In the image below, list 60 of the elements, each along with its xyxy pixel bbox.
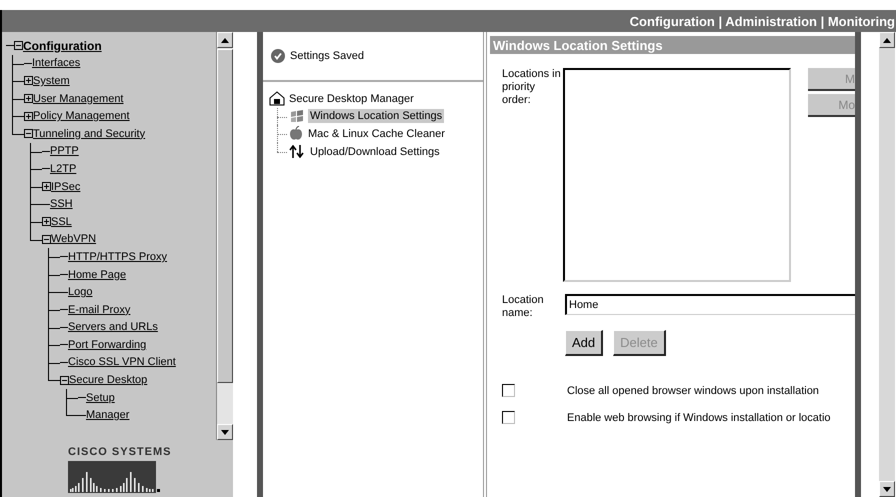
add-button[interactable]: Add: [565, 330, 604, 356]
nav-tree-link[interactable]: Servers and URLs: [68, 321, 158, 334]
logo-text: CISCO SYSTEMS: [68, 446, 172, 458]
collapse-icon[interactable]: [60, 376, 69, 385]
nav-tree-link[interactable]: Policy Management: [33, 110, 130, 122]
nav-tree-link[interactable]: IPSec: [51, 180, 80, 193]
expand-icon[interactable]: [24, 76, 33, 86]
bridge-logo-icon: [68, 461, 160, 493]
field-label: Locations in priority order:: [502, 68, 562, 108]
scroll-down-icon[interactable]: [221, 430, 229, 434]
expand-icon[interactable]: [24, 94, 33, 104]
checkbox[interactable]: [502, 384, 515, 397]
nav-tree-link[interactable]: PPTP: [50, 145, 79, 158]
nav-tree-link[interactable]: Logo: [68, 286, 92, 298]
expand-icon[interactable]: [24, 112, 33, 121]
top-nav-links[interactable]: Configuration | Administration | Monitoring: [630, 14, 895, 28]
nav-tree-link[interactable]: User Management: [33, 92, 124, 105]
tree-item[interactable]: Windows Location Settings: [308, 109, 444, 124]
nav-tree-link[interactable]: WebVPN: [51, 233, 96, 246]
nav-tree-link[interactable]: E-mail Proxy: [68, 304, 130, 316]
field-label: Location name:: [502, 294, 545, 320]
status-message: Settings Saved: [290, 50, 364, 62]
scroll-down-icon[interactable]: [883, 486, 891, 492]
collapse-icon[interactable]: [42, 234, 51, 244]
collapse-icon[interactable]: [24, 129, 33, 138]
tree-root-label[interactable]: Secure Desktop Manager: [289, 92, 414, 105]
checkbox-label: Close all opened browser windows upon installation: [567, 384, 819, 396]
expand-icon[interactable]: [42, 217, 51, 226]
nav-tree-link[interactable]: Tunneling and Security: [33, 128, 146, 140]
nav-tree-link[interactable]: Port Forwarding: [68, 338, 146, 351]
page-scrollbar[interactable]: [879, 32, 895, 497]
tree-scrollbar[interactable]: [216, 32, 233, 440]
nav-tree-link[interactable]: SSH: [50, 198, 73, 210]
house-lock-icon: [269, 91, 285, 106]
scroll-up-icon[interactable]: [221, 38, 229, 42]
nav-tree-link[interactable]: Configuration: [23, 38, 102, 53]
nav-tree-link[interactable]: Secure Desktop: [69, 374, 148, 386]
expand-icon[interactable]: [42, 182, 51, 192]
up-down-arrows-icon: [289, 145, 305, 158]
tree-item[interactable]: Upload/Download Settings: [308, 144, 442, 159]
nav-tree-link[interactable]: Manager: [86, 409, 130, 422]
panel-header: Windows Location Settings: [490, 36, 855, 54]
nav-tree-link[interactable]: SSL: [51, 216, 72, 228]
tree-item[interactable]: Mac & Linux Cache Cleaner: [306, 126, 447, 141]
nav-tree-link[interactable]: Home Page: [68, 268, 126, 281]
nav-tree-link[interactable]: System: [33, 74, 70, 87]
nav-tree-link[interactable]: HTTP/HTTPS Proxy: [68, 250, 168, 263]
checkbox-label: Enable web browsing if Windows installation or locatio: [567, 412, 831, 424]
nav-tree-link[interactable]: Setup: [86, 392, 115, 404]
location-name-input[interactable]: Home: [565, 294, 855, 315]
window-flag-icon: [289, 109, 305, 124]
nav-tree-link[interactable]: L2TP: [50, 162, 76, 175]
nav-tree-link[interactable]: Cisco SSL VPN Client: [68, 356, 176, 368]
apple-icon: [289, 126, 303, 142]
checkbox[interactable]: [502, 411, 515, 424]
collapse-icon[interactable]: [14, 41, 23, 50]
scroll-thumb[interactable]: [217, 49, 233, 383]
nav-tree-link[interactable]: Interfaces: [32, 57, 80, 70]
scroll-up-icon[interactable]: [883, 38, 891, 42]
check-circle-icon: [271, 49, 285, 63]
